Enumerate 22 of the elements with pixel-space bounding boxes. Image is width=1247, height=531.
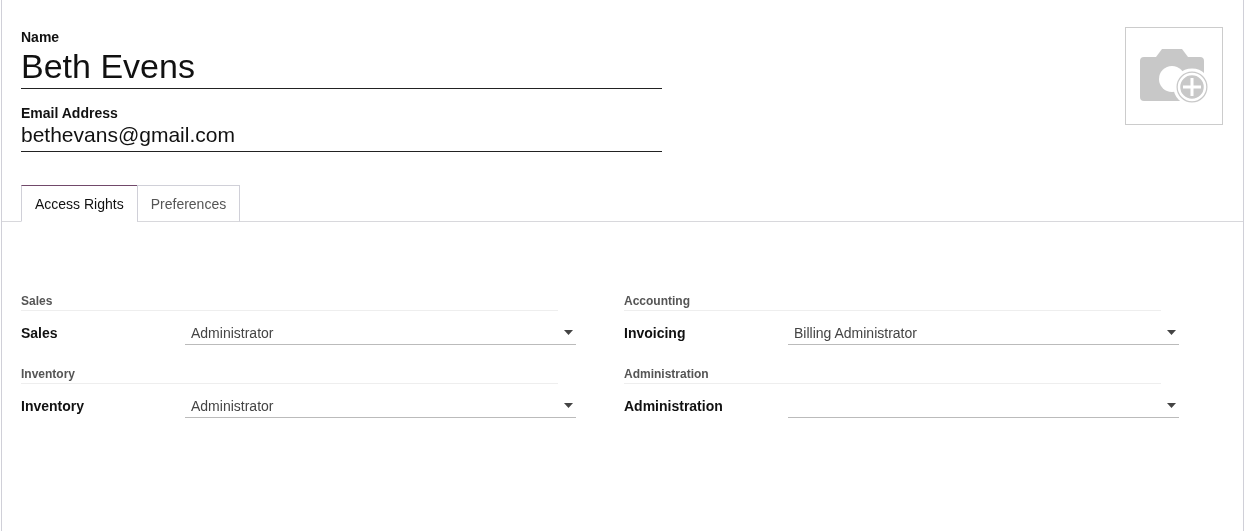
field-label: Inventory: [21, 398, 85, 414]
group-title: Inventory: [21, 367, 558, 384]
caret-icon: [1167, 403, 1176, 408]
field-label: Sales: [21, 325, 59, 341]
photo-upload[interactable]: [1125, 27, 1223, 125]
caret-icon: [564, 330, 573, 335]
caret-icon: [1167, 330, 1176, 335]
caret-icon: [564, 403, 573, 408]
field-label: Invoicing: [624, 325, 687, 341]
email-input[interactable]: bethevans@gmail.com: [21, 123, 662, 152]
tab[interactable]: Access Rights: [21, 185, 138, 222]
select-field[interactable]: Billing Administrator: [788, 321, 1179, 345]
name-input[interactable]: Beth Evens: [21, 47, 662, 89]
select-field[interactable]: Administrator: [185, 321, 576, 345]
field-label: Name: [21, 29, 61, 45]
group-title: Sales: [21, 294, 558, 311]
group-title: Accounting: [624, 294, 1161, 311]
field-label: Administration: [624, 398, 724, 414]
tab[interactable]: Preferences: [136, 185, 241, 222]
field-label: Email Address: [21, 105, 119, 121]
select-field[interactable]: Administrator: [185, 394, 576, 418]
group-title: Administration: [624, 367, 1161, 384]
